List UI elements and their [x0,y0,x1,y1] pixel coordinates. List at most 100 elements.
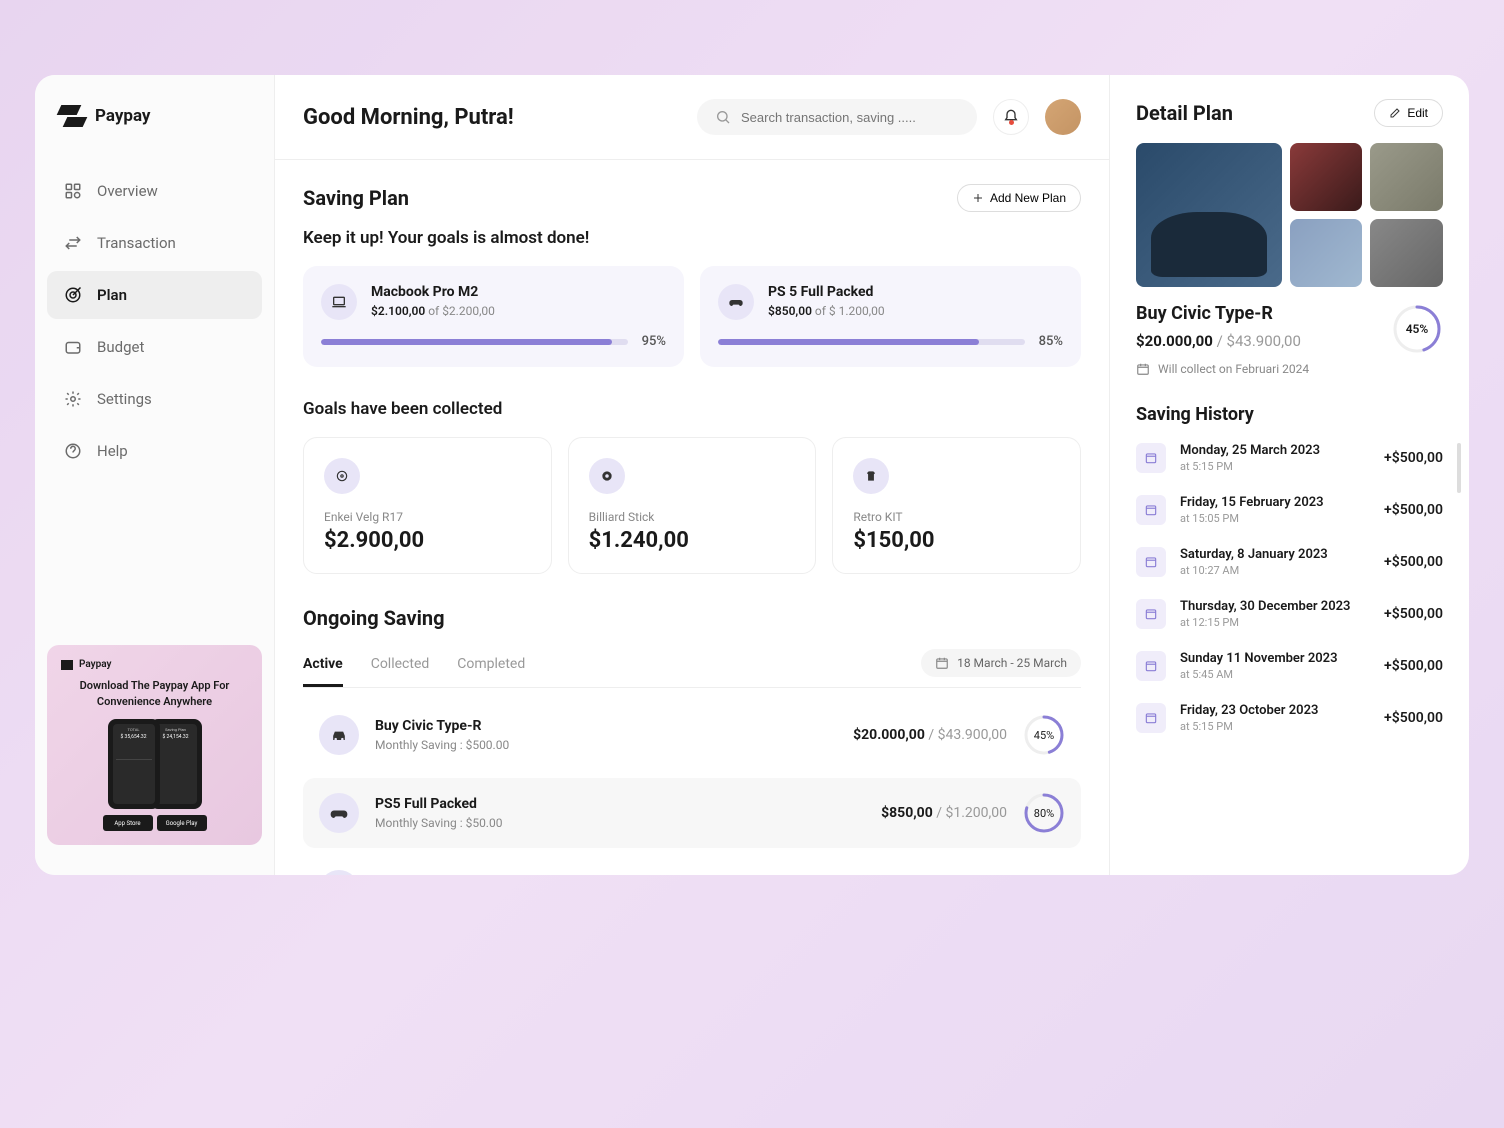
saving-plan-section: Saving Plan Add New Plan Keep it up! You… [275,160,1109,391]
history-item[interactable]: Friday, 15 February 2023at 15:05 PM +$50… [1136,495,1443,525]
greeting: Good Morning, Putra! [303,105,681,130]
app-store-badge[interactable]: App Store [103,815,153,831]
progress-bar [321,339,628,345]
collected-section: Goals have been collected Enkei Velg R17… [275,391,1109,598]
google-play-badge[interactable]: Google Play [157,815,207,831]
gear-icon [63,389,83,409]
detail-image-thumb[interactable] [1370,219,1443,287]
scrollbar[interactable] [1457,443,1461,493]
subtitle: Keep it up! Your goals is almost done! [303,228,1081,248]
calendar-icon [1136,599,1166,629]
collected-name: Enkei Velg R17 [324,510,531,524]
logo[interactable]: Paypay [47,105,262,167]
promo-logo: Paypay [61,659,248,670]
globe-icon [319,870,359,875]
logo-icon [59,105,85,127]
goal-card[interactable]: PS 5 Full Packed $850,00 of $ 1.200,00 8… [700,266,1081,367]
nav-label: Settings [97,390,152,408]
wallet-icon [63,337,83,357]
history-list: Monday, 25 March 2023at 5:15 PM +$500,00… [1136,443,1443,733]
header: Good Morning, Putra! [275,75,1109,160]
notifications-button[interactable] [993,99,1029,135]
nav-label: Plan [97,286,127,304]
calendar-icon [1136,495,1166,525]
plus-icon [972,192,984,204]
pencil-icon [1389,107,1401,119]
item-name: PS5 Full Packed [375,796,865,812]
tab-completed[interactable]: Completed [457,644,525,687]
calendar-icon [1136,547,1166,577]
collected-card[interactable]: Enkei Velg R17 $2.900,00 [303,437,552,574]
tab-active[interactable]: Active [303,644,343,687]
nav-settings[interactable]: Settings [47,375,262,423]
promo-card: Paypay Download The Paypay App For Conve… [47,645,262,845]
calendar-icon [935,656,949,670]
history-title: Saving History [1136,404,1443,425]
item-amount: $20.000,00 / $43.900,00 [853,727,1007,743]
item-monthly: Monthly Saving : $50.00 [375,816,865,830]
date-range-chip[interactable]: 18 March - 25 March [921,649,1081,677]
detail-image-thumb[interactable] [1370,143,1443,211]
detail-panel: Detail Plan Edit Buy Civic Type-R $20.00… [1109,75,1469,875]
main: Good Morning, Putra! Saving Plan [275,75,1469,875]
detail-image-main[interactable] [1136,143,1282,287]
transfer-icon [63,233,83,253]
calendar-icon [1136,443,1166,473]
history-item[interactable]: Friday, 23 October 2023at 5:15 PM +$500,… [1136,703,1443,733]
app-window: Paypay Overview Transaction Plan [35,75,1469,875]
sidebar: Paypay Overview Transaction Plan [35,75,275,875]
goal-amount: $2.100,00 of $2.200,00 [371,304,495,318]
tabs: Active Collected Completed [303,644,525,687]
tab-collected[interactable]: Collected [371,644,430,687]
edit-button[interactable]: Edit [1374,99,1443,127]
detail-image-thumb[interactable] [1290,219,1363,287]
detail-images [1136,143,1443,287]
user-avatar[interactable] [1045,99,1081,135]
progress-ring: 45% [1023,714,1065,756]
collected-amount: $2.900,00 [324,528,531,553]
nav-label: Budget [97,338,144,356]
collected-name: Billiard Stick [589,510,796,524]
ongoing-item[interactable]: Buy Civic Type-R Monthly Saving : $500.0… [303,700,1081,770]
item-amount: $850,00 / $1.200,00 [881,805,1007,821]
history-item[interactable]: Thursday, 30 December 2023at 12:15 PM +$… [1136,599,1443,629]
nav-label: Transaction [97,234,176,252]
add-plan-button[interactable]: Add New Plan [957,184,1081,212]
nav-label: Help [97,442,128,460]
ongoing-item[interactable]: PS5 Full Packed Monthly Saving : $50.00 … [303,778,1081,848]
progress-ring: 80% [1023,792,1065,834]
target-icon [63,285,83,305]
progress-pct: 95% [642,334,666,349]
plan-date: Will collect on Februari 2024 [1136,362,1309,376]
goal-card[interactable]: Macbook Pro M2 $2.100,00 of $2.200,00 95… [303,266,684,367]
laptop-icon [321,284,357,320]
history-item[interactable]: Monday, 25 March 2023at 5:15 PM +$500,00 [1136,443,1443,473]
search-input[interactable] [741,110,959,125]
grid-icon [63,181,83,201]
store-badges: App Store Google Play [61,815,248,831]
collected-card[interactable]: Billiard Stick $1.240,00 [568,437,817,574]
collected-card[interactable]: Retro KIT $150,00 [832,437,1081,574]
plan-title: Buy Civic Type-R [1136,303,1309,324]
promo-illustration: TOTAL$ 35,654.32 Saving Plan$ 24,154.32 [61,719,248,809]
nav-plan[interactable]: Plan [47,271,262,319]
plan-progress-ring: 45% [1391,303,1443,355]
nav-overview[interactable]: Overview [47,167,262,215]
search-box[interactable] [697,99,977,135]
history-item[interactable]: Sunday 11 November 2023at 5:45 AM +$500,… [1136,651,1443,681]
search-icon [715,109,731,125]
detail-image-thumb[interactable] [1290,143,1363,211]
goal-name: Macbook Pro M2 [371,284,495,300]
nav-budget[interactable]: Budget [47,323,262,371]
ongoing-item[interactable]: Holiday [303,856,1081,875]
main-nav: Overview Transaction Plan Budget [47,167,262,475]
content: Good Morning, Putra! Saving Plan [275,75,1109,875]
collected-name: Retro KIT [853,510,1060,524]
notification-dot [1009,120,1014,125]
goal-amount: $850,00 of $ 1.200,00 [768,304,885,318]
nav-help[interactable]: Help [47,427,262,475]
nav-transaction[interactable]: Transaction [47,219,262,267]
history-item[interactable]: Saturday, 8 January 2023at 10:27 AM +$50… [1136,547,1443,577]
progress-bar [718,339,1025,345]
calendar-icon [1136,703,1166,733]
